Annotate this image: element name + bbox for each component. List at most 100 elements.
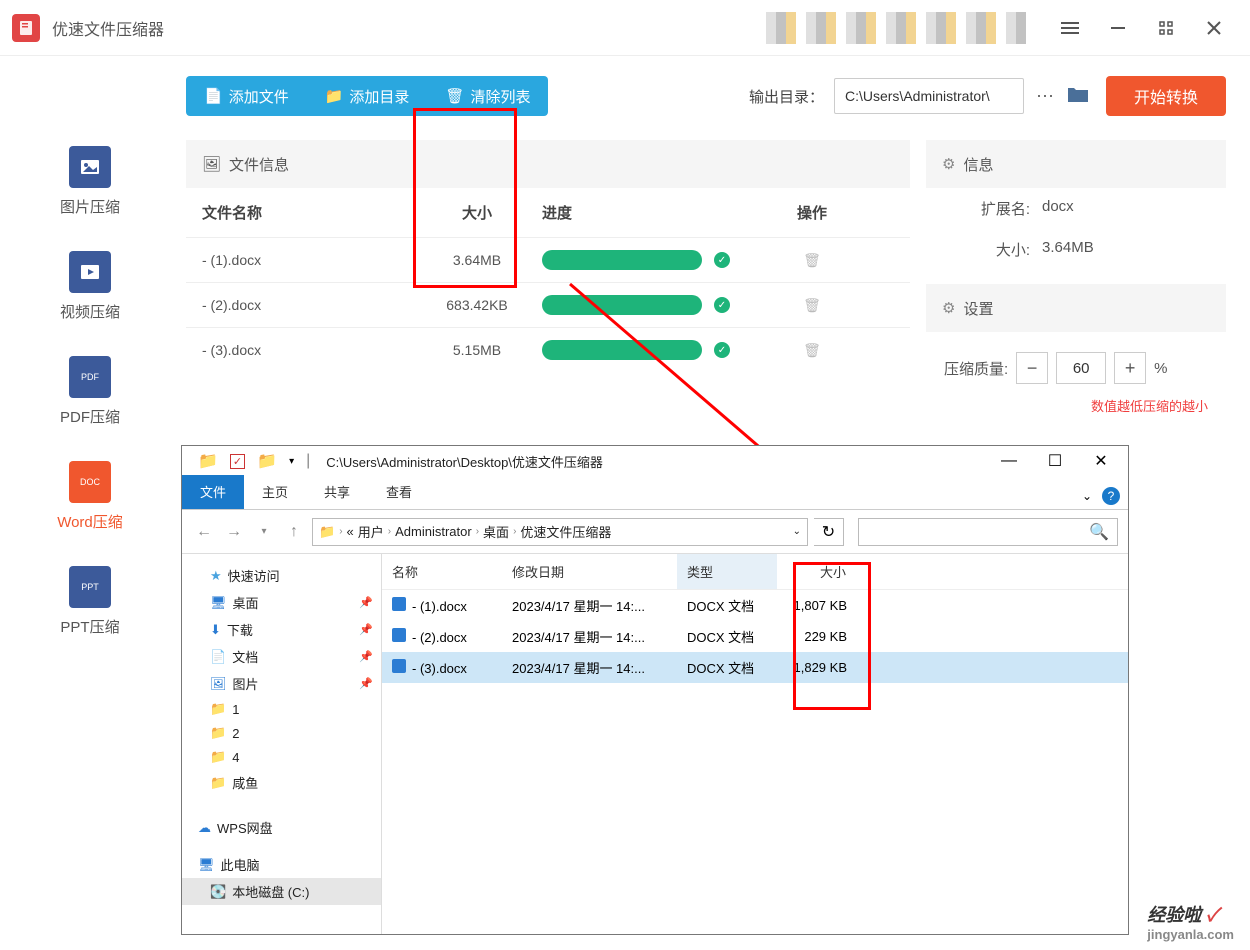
image-icon [69,146,111,188]
minimize-icon[interactable]: — [986,447,1032,475]
quality-hint: 数值越低压缩的越小 [926,390,1226,415]
more-icon[interactable]: ⋯ [1030,86,1060,107]
col-op: 操作 [772,202,852,223]
breadcrumb[interactable]: 📁 › « 用户› Administrator› 桌面› 优速文件压缩器 ⌄ [312,518,808,546]
help-icon[interactable]: ? [1102,487,1120,505]
add-file-button[interactable]: 📄添加文件 [186,76,307,116]
delete-icon[interactable]: 🗑 [803,297,821,313]
tree-c-drive[interactable]: 💽本地磁盘 (C:) [182,878,381,905]
toolbar: 📄添加文件 📁添加目录 🗑清除列表 输出目录： ⋯ 开始转换 [186,76,1226,116]
back-icon[interactable]: ← [192,520,216,544]
tree-folder[interactable]: 📁2 [182,721,381,745]
col-progress: 进度 [542,202,772,223]
cloud-icon: ☁ [198,820,211,836]
tree-folder[interactable]: 📁4 [182,745,381,769]
sidebar-item-word[interactable]: DOC Word压缩 [0,461,180,532]
sidebar-item-ppt[interactable]: PPT PPT压缩 [0,566,180,637]
table-row[interactable]: - (2).docx 683.42KB ✓ 🗑 [186,282,910,327]
forward-icon[interactable]: → [222,520,246,544]
pin-icon: 📌 [359,623,373,636]
ppt-icon: PPT [69,566,111,608]
col-size[interactable]: 大小 [777,554,857,589]
close-icon[interactable] [1190,4,1238,52]
dropdown-icon[interactable]: ▾ [252,520,276,544]
chevron-down-icon[interactable]: ⌄ [793,526,801,537]
file-size: 5.15MB [412,342,542,358]
folder-icon: 📁 [210,749,226,765]
table-row[interactable]: - (3).docx 5.15MB ✓ 🗑 [186,327,910,372]
close-icon[interactable]: ✕ [1078,447,1124,475]
tree-quick-access[interactable]: ★快速访问 [182,562,381,589]
tree-documents[interactable]: 📄文档📌 [182,643,381,670]
folder-icon[interactable] [1066,84,1090,108]
file-size: 683.42KB [412,297,542,313]
tab-share[interactable]: 共享 [306,475,368,509]
progress-bar [542,250,702,270]
dropdown-icon[interactable]: ▾ [289,456,294,467]
doc-icon: DOC [69,461,111,503]
progress-bar [542,295,702,315]
minimize-icon[interactable] [1094,4,1142,52]
search-input[interactable]: 🔍 [858,518,1118,546]
check-icon: ✓ [230,454,245,469]
delete-icon[interactable]: 🗑 [803,252,821,268]
file-panel-title: 文件信息 [229,154,289,175]
sidebar-label: PDF压缩 [60,406,120,427]
tree-pictures[interactable]: 🖼图片📌 [182,670,381,697]
col-name[interactable]: 名称 [382,554,502,589]
sidebar-label: PPT压缩 [60,616,119,637]
sidebar: 图片压缩 视频压缩 PDF PDF压缩 DOC Word压缩 PPT PPT压缩 [0,56,180,950]
explorer-path-title: C:\Users\Administrator\Desktop\优速文件压缩器 [326,452,603,471]
menu-icon[interactable] [1046,4,1094,52]
desktop-icon: 🖥 [210,595,227,611]
tab-view[interactable]: 查看 [368,475,430,509]
chevron-down-icon[interactable]: ⌄ [1082,489,1092,503]
tree-downloads[interactable]: ⬇下载📌 [182,616,381,643]
table-row[interactable]: - (1).docx 3.64MB ✓ 🗑 [186,237,910,282]
titlebar: 优速文件压缩器 [0,0,1250,56]
crumb[interactable]: 用户 [358,522,384,541]
maximize-icon[interactable]: ☐ [1032,447,1078,475]
progress-bar [542,340,702,360]
check-icon: ✓ [714,342,730,358]
watermark: 经验啦 ✓ jingyanla.com [1147,901,1234,942]
folder-icon: 📁 [257,451,277,471]
clear-list-button[interactable]: 🗑清除列表 [427,76,548,116]
maximize-icon[interactable] [1142,4,1190,52]
increase-button[interactable]: + [1114,352,1146,384]
ext-label: 扩展名: [950,198,1030,219]
tree-this-pc[interactable]: 🖥此电脑 [182,851,381,878]
tab-file[interactable]: 文件 [182,475,244,509]
sidebar-label: 图片压缩 [60,196,120,217]
col-date[interactable]: 修改日期 [502,554,677,589]
file-add-icon: 📄 [204,87,223,105]
decrease-button[interactable]: − [1016,352,1048,384]
file-row[interactable]: - (1).docx 2023/4/17 星期一 14:... DOCX 文档 … [382,590,1128,621]
tab-home[interactable]: 主页 [244,475,306,509]
delete-icon[interactable]: 🗑 [803,342,821,358]
sidebar-item-pdf[interactable]: PDF PDF压缩 [0,356,180,427]
file-row[interactable]: - (2).docx 2023/4/17 星期一 14:... DOCX 文档 … [382,621,1128,652]
col-type[interactable]: 类型 [677,554,777,589]
add-folder-button[interactable]: 📁添加目录 [307,76,428,116]
crumb[interactable]: 桌面 [483,522,509,541]
sidebar-item-video[interactable]: 视频压缩 [0,251,180,322]
file-name: - (2).docx [202,297,412,313]
video-icon [69,251,111,293]
explorer-ribbon: 文件 主页 共享 查看 ⌄ ? [182,476,1128,510]
crumb[interactable]: 优速文件压缩器 [520,522,611,541]
tree-desktop[interactable]: 🖥桌面📌 [182,589,381,616]
file-row[interactable]: - (3).docx 2023/4/17 星期一 14:... DOCX 文档 … [382,652,1128,683]
info-title: 信息 [963,154,993,175]
sidebar-item-image[interactable]: 图片压缩 [0,146,180,217]
tree-folder[interactable]: 📁咸鱼 [182,769,381,796]
up-icon[interactable]: ↑ [282,520,306,544]
quality-label: 压缩质量: [944,358,1008,379]
tree-wps[interactable]: ☁WPS网盘 [182,814,381,841]
crumb[interactable]: Administrator [395,524,472,539]
output-path-input[interactable] [834,78,1024,114]
refresh-icon[interactable]: ↻ [814,518,844,546]
start-button[interactable]: 开始转换 [1106,76,1226,116]
tree-folder[interactable]: 📁1 [182,697,381,721]
quality-input[interactable] [1056,352,1106,384]
